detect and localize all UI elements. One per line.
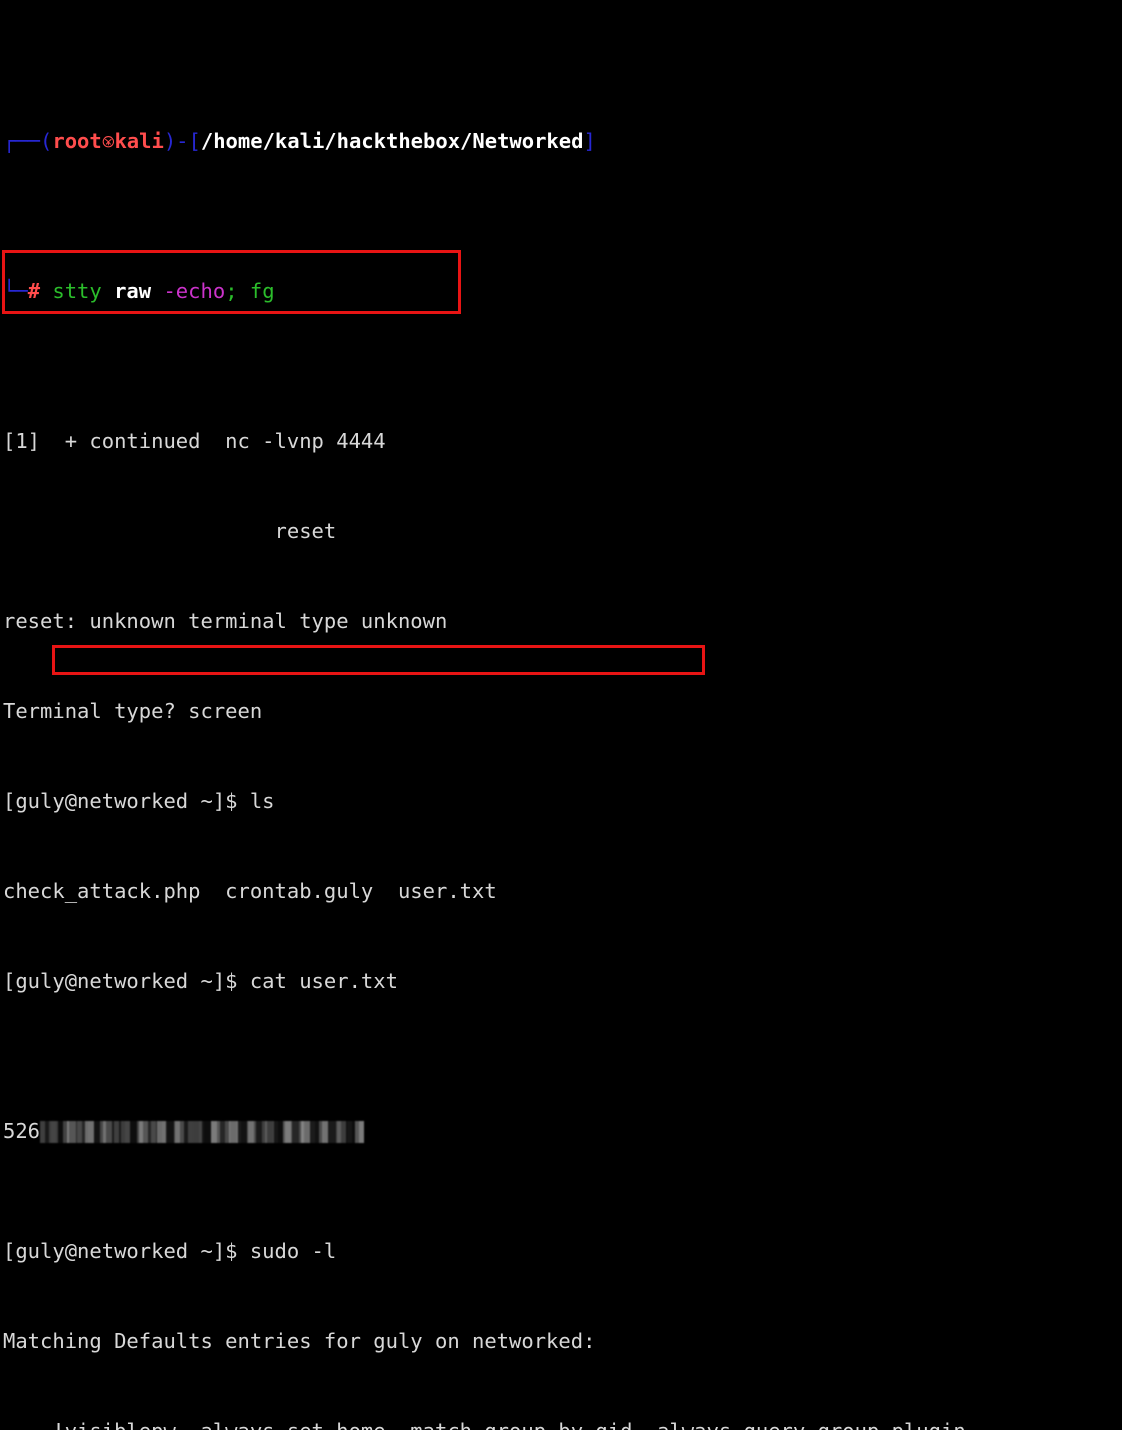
prompt-hash-symbol: # — [27, 279, 41, 303]
output-reset-error: reset: unknown terminal type unknown — [3, 609, 448, 633]
command-arg-raw: raw — [114, 279, 152, 303]
command-fg: fg — [249, 279, 275, 303]
annotation-box-nopasswd-rule — [52, 645, 705, 675]
output-defaults-1: !visiblepw, always_set_home, match_group… — [3, 1416, 1122, 1430]
output-matching-defaults: Matching Defaults entries for guly on ne… — [3, 1329, 596, 1353]
flag-redaction-blur — [40, 1120, 365, 1143]
output-ls-listing: check_attack.php crontab.guly user.txt — [3, 879, 497, 903]
prompt-user: root — [52, 129, 102, 153]
output-job-continued: [1] + continued nc -lvnp 4444 — [3, 429, 386, 453]
flag-visible-prefix: 526 — [3, 1119, 41, 1143]
command-arg-echo: -echo — [163, 279, 226, 303]
prompt-sudo-l: [guly@networked ~]$ sudo -l — [3, 1239, 337, 1263]
prompt-close-paren: ) — [163, 129, 177, 153]
prompt-corner-bottom: └─ — [3, 279, 28, 303]
output-user-flag: 526 — [3, 1116, 1122, 1146]
command-semicolon: ; — [225, 279, 238, 303]
command-stty: stty — [52, 279, 102, 303]
output-reset-echo: reset — [3, 519, 337, 543]
prompt-host: kali — [114, 129, 164, 153]
kali-dragon-icon — [102, 132, 115, 151]
prompt-ls-command: [guly@networked ~]$ ls — [3, 789, 275, 813]
output-terminal-type: Terminal type? screen — [3, 699, 263, 723]
prompt-cat-usertxt: [guly@networked ~]$ cat user.txt — [3, 969, 398, 993]
prompt-close-bracket: ] — [583, 129, 596, 153]
prompt-dash: - — [176, 129, 189, 153]
prompt-corner-top: ┌── — [3, 129, 41, 153]
prompt-line-top: ┌──(root kali)-[/home/kali/hackthebox/Net… — [3, 126, 1122, 156]
prompt-open-paren: ( — [40, 129, 53, 153]
prompt-path: /home/kali/hackthebox/Networked — [200, 129, 584, 153]
terminal-window[interactable]: ┌──(root kali)-[/home/kali/hackthebox/Net… — [0, 0, 1122, 1430]
prompt-line-bottom: └─# stty raw -echo; fg — [3, 276, 1122, 306]
prompt-open-bracket: [ — [188, 129, 201, 153]
